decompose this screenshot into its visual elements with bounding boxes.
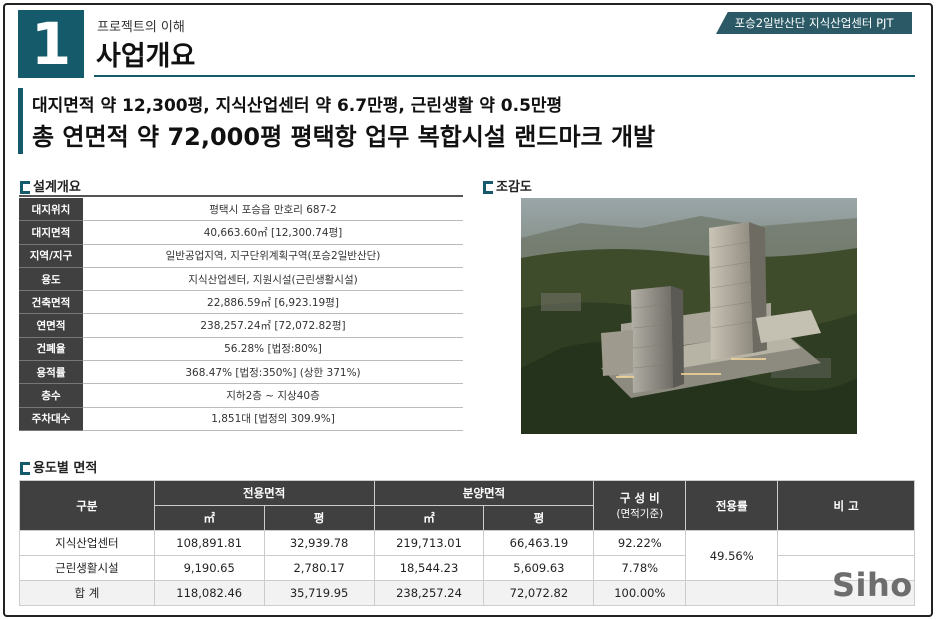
overview-value: 1,851대 [법정의 309.9%] (83, 407, 463, 431)
exclusive-m2-cell: 9,190.65 (153, 555, 265, 581)
table-row: 연면적 238,257.24㎡ [72,072.82평] (19, 313, 463, 338)
rendering-heading: 조감도 (483, 176, 532, 195)
overview-value: 지하2층 ~ 지상40층 (83, 383, 463, 408)
col-header-remarks: 비 고 (777, 480, 915, 531)
efficiency-cell: 49.56% (685, 530, 779, 581)
ratio-cell: 7.78% (593, 555, 687, 581)
col-header-category: 구분 (19, 480, 155, 531)
aerial-rendering-image (521, 198, 857, 434)
row-name: 지식산업센터 (19, 530, 155, 556)
sale-m2-cell: 18,544.23 (373, 555, 485, 581)
overview-value: 일반공업지역, 지구단위계획구역(포승2일반산단) (83, 244, 463, 268)
table-row: 층수 지하2층 ~ 지상40층 (19, 383, 463, 408)
sale-pyeong-cell: 66,463.19 (483, 530, 595, 556)
project-tag: 포승2일반산단 지식산업센터 PJT (716, 12, 912, 34)
table-row: 지식산업센터 108,891.81 32,939.78 219,713.01 6… (19, 530, 915, 581)
table-row: 지역/지구 일반공업지역, 지구단위계획구역(포승2일반산단) (19, 244, 463, 268)
overview-label: 용도 (19, 267, 83, 292)
overview-value: 40,663.60㎡ [12,300.74평] (83, 220, 463, 245)
overview-table: 대지위치 평택시 포승읍 만호리 687-2 대지면적 40,663.60㎡ [12… (19, 198, 463, 431)
section-subtitle: 프로젝트의 이해 (97, 20, 185, 35)
rendering-heading-text: 조감도 (496, 180, 532, 195)
bracket-icon (20, 181, 30, 194)
row-name: 합 계 (19, 580, 155, 606)
table-row: 건축면적 22,886.59㎡ [6,923.19평] (19, 290, 463, 315)
unit-pyeong-header: 평 (263, 505, 375, 531)
efficiency-cell (685, 580, 779, 606)
overview-value: 평택시 포승읍 만호리 687-2 (83, 198, 463, 222)
header-rule (94, 75, 915, 77)
ratio-cell: 100.00% (593, 580, 687, 606)
overview-heading-text: 설계개요 (33, 180, 81, 195)
area-heading: 용도별 면적 (20, 457, 97, 476)
area-heading-text: 용도별 면적 (33, 461, 98, 476)
exclusive-pyeong-cell: 32,939.78 (263, 530, 375, 556)
page-title: 사업개요 (96, 41, 196, 72)
headline-line-2: 총 연면적 약 72,000평 평택항 업무 복합시설 랜드마크 개발 (32, 123, 656, 151)
overview-value: 22,886.59㎡ [6,923.19평] (83, 290, 463, 315)
exclusive-pyeong-cell: 2,780.17 (263, 555, 375, 581)
overview-label: 건축면적 (19, 290, 83, 315)
exclusive-pyeong-cell: 35,719.95 (263, 580, 375, 606)
ratio-cell: 92.22% (593, 530, 687, 556)
table-row: 용도 지식산업센터, 지원시설(근린생활시설) (19, 267, 463, 292)
ratio-label: 구 성 비 (619, 491, 660, 505)
remarks-cell (777, 530, 915, 556)
overview-heading-rule (19, 195, 463, 197)
unit-m2-header: ㎡ (373, 505, 485, 531)
col-header-sale: 분양면적 (373, 480, 595, 506)
table-row: 근린생활시설 9,190.65 2,780.17 18,544.23 5,609… (19, 555, 915, 581)
overview-label: 용적률 (19, 360, 83, 385)
ratio-sublabel: (면적기준) (616, 508, 664, 520)
overview-label: 대지위치 (19, 198, 83, 222)
bracket-icon (483, 181, 493, 194)
overview-heading: 설계개요 (20, 176, 81, 195)
sale-m2-cell: 219,713.01 (373, 530, 485, 556)
unit-m2-header: ㎡ (153, 505, 265, 531)
section-number: 1 (18, 10, 84, 78)
table-row: 용적률 368.47% [법정:350%] (상한 371%) (19, 360, 463, 385)
col-header-ratio: 구 성 비 (면적기준) (593, 480, 687, 531)
overview-label: 주차대수 (19, 407, 83, 431)
overview-label: 대지면적 (19, 220, 83, 245)
col-header-exclusive: 전용면적 (153, 480, 375, 506)
watermark-logo: Siho (832, 566, 913, 604)
col-header-efficiency: 전용률 (685, 480, 779, 531)
overview-label: 건폐율 (19, 337, 83, 362)
overview-value: 238,257.24㎡ [72,072.82평] (83, 313, 463, 338)
sale-pyeong-cell: 72,072.82 (483, 580, 595, 606)
overview-value: 368.47% [법정:350%] (상한 371%) (83, 360, 463, 385)
table-row: 대지위치 평택시 포승읍 만호리 687-2 (19, 198, 463, 222)
headline-accent-bar (18, 88, 23, 154)
overview-label: 연면적 (19, 313, 83, 338)
overview-label: 지역/지구 (19, 244, 83, 268)
headline-line-1: 대지면적 약 12,300평, 지식산업센터 약 6.7만평, 근린생활 약 0… (32, 96, 563, 116)
area-table: 구분 전용면적 분양면적 구 성 비 (면적기준) 전용률 비 고 ㎡ 평 ㎡ 평… (19, 480, 915, 606)
bracket-icon (20, 462, 30, 475)
unit-pyeong-header: 평 (483, 505, 595, 531)
overview-label: 층수 (19, 383, 83, 408)
overview-value: 지식산업센터, 지원시설(근린생활시설) (83, 267, 463, 292)
table-row: 주차대수 1,851대 [법정의 309.9%] (19, 407, 463, 431)
table-row: 건폐율 56.28% [법정:80%] (19, 337, 463, 362)
row-name: 근린생활시설 (19, 555, 155, 581)
exclusive-m2-cell: 108,891.81 (153, 530, 265, 556)
exclusive-m2-cell: 118,082.46 (153, 580, 265, 606)
table-row-total: 합 계 118,082.46 35,719.95 238,257.24 72,0… (19, 580, 915, 606)
sale-pyeong-cell: 5,609.63 (483, 555, 595, 581)
overview-value: 56.28% [법정:80%] (83, 337, 463, 362)
table-row: 대지면적 40,663.60㎡ [12,300.74평] (19, 220, 463, 245)
sale-m2-cell: 238,257.24 (373, 580, 485, 606)
